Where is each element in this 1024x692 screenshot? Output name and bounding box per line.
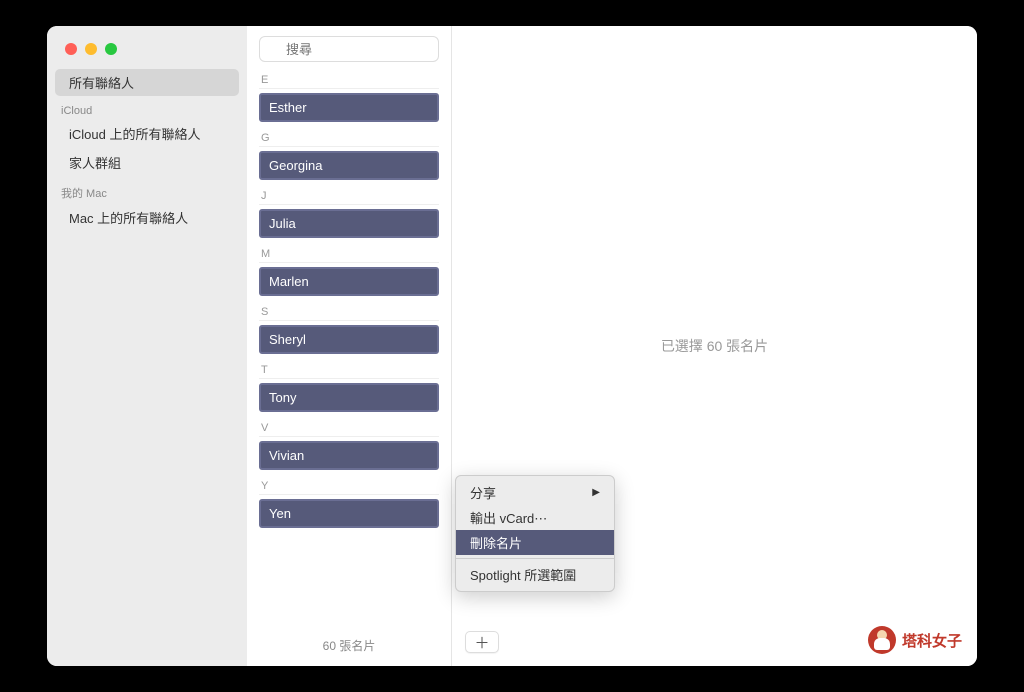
sidebar-section-header: 我的 Mac bbox=[47, 177, 247, 203]
watermark-text: 塔科女子 bbox=[902, 630, 962, 651]
contact-row[interactable]: Yen bbox=[259, 499, 439, 528]
contact-row[interactable]: Esther bbox=[259, 93, 439, 122]
maximize-button[interactable] bbox=[105, 43, 117, 55]
list-footer-count: 60 張名片 bbox=[247, 625, 451, 666]
chevron-right-icon: ▶ bbox=[592, 487, 600, 498]
contact-row[interactable]: Julia bbox=[259, 209, 439, 238]
section-letter: G bbox=[259, 126, 439, 147]
section-letter: V bbox=[259, 416, 439, 437]
contact-list-column: E Esther G Georgina J Julia M Marlen S S… bbox=[247, 26, 452, 666]
minimize-button[interactable] bbox=[85, 43, 97, 55]
menu-separator bbox=[456, 558, 614, 559]
section-letter: M bbox=[259, 242, 439, 263]
sidebar: 所有聯絡人 iCloud iCloud 上的所有聯絡人 家人群組 我的 Mac … bbox=[47, 26, 247, 666]
menu-item-delete-card[interactable]: 刪除名片 bbox=[456, 530, 614, 555]
contacts-window: 所有聯絡人 iCloud iCloud 上的所有聯絡人 家人群組 我的 Mac … bbox=[47, 26, 977, 666]
section-letter: S bbox=[259, 300, 439, 321]
contact-row[interactable]: Vivian bbox=[259, 441, 439, 470]
add-button[interactable]: ＋ bbox=[465, 631, 499, 653]
sidebar-item-family-group[interactable]: 家人群組 bbox=[55, 149, 239, 176]
sidebar-item-mac-contacts[interactable]: Mac 上的所有聯絡人 bbox=[55, 204, 239, 231]
contact-list[interactable]: E Esther G Georgina J Julia M Marlen S S… bbox=[247, 68, 451, 625]
selection-status: 已選擇 60 張名片 bbox=[661, 336, 768, 356]
menu-item-export-vcard[interactable]: 輸出 vCard⋯ bbox=[456, 505, 614, 530]
contact-row[interactable]: Tony bbox=[259, 383, 439, 412]
search-input[interactable] bbox=[259, 36, 439, 62]
window-controls bbox=[65, 43, 117, 55]
context-menu: 分享 ▶ 輸出 vCard⋯ 刪除名片 Spotlight 所選範圍 bbox=[455, 475, 615, 592]
menu-item-share[interactable]: 分享 ▶ bbox=[456, 480, 614, 505]
section-letter: Y bbox=[259, 474, 439, 495]
menu-label: 分享 bbox=[470, 483, 496, 502]
watermark: 塔科女子 bbox=[868, 626, 962, 654]
contact-row[interactable]: Sheryl bbox=[259, 325, 439, 354]
section-letter: E bbox=[259, 68, 439, 89]
sidebar-section-header: iCloud bbox=[47, 97, 247, 119]
section-letter: T bbox=[259, 358, 439, 379]
section-letter: J bbox=[259, 184, 439, 205]
menu-item-spotlight[interactable]: Spotlight 所選範圍 bbox=[456, 562, 614, 587]
watermark-icon bbox=[868, 626, 896, 654]
contact-row[interactable]: Marlen bbox=[259, 267, 439, 296]
sidebar-item-icloud-contacts[interactable]: iCloud 上的所有聯絡人 bbox=[55, 120, 239, 147]
close-button[interactable] bbox=[65, 43, 77, 55]
sidebar-item-all-contacts[interactable]: 所有聯絡人 bbox=[55, 69, 239, 96]
contact-row[interactable]: Georgina bbox=[259, 151, 439, 180]
